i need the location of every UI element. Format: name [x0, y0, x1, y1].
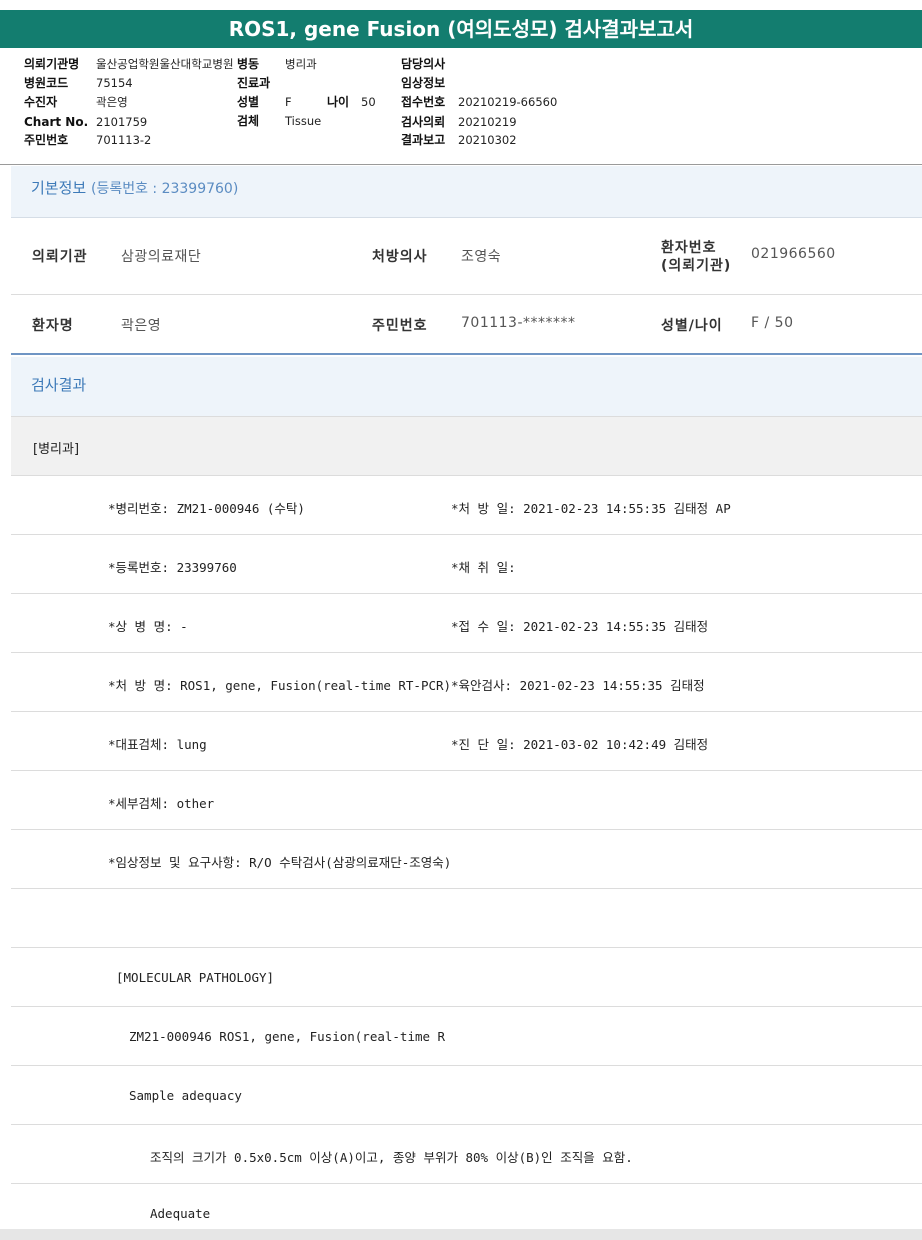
- result-row: *상 병 명: - *접 수 일: 2021-02-23 14:55:35 김태정: [11, 594, 922, 653]
- sex-age-value: F / 50: [751, 315, 794, 331]
- summary-chart-label: Chart No.: [24, 115, 89, 129]
- summary-patient-value: 곽은영: [96, 95, 128, 109]
- basic-info-header: 기본정보 (등록번호 : 23399760): [11, 166, 922, 218]
- summary-sex-value: F: [285, 95, 292, 109]
- patient-name-label: 환자명: [32, 318, 74, 334]
- result-field-left: *임상정보 및 요구사항: R/O 수탁검사(삼광의료재단-조영숙): [108, 855, 452, 870]
- summary-dept-label: 진료과: [237, 76, 271, 90]
- summary-inst-label: 의뢰기관명: [24, 57, 80, 71]
- report-line-text: ZM21-000946 ROS1, gene, Fusion(real-time…: [129, 1029, 446, 1044]
- summary-rrn-label: 주민번호: [24, 133, 69, 147]
- result-field-right: *채 취 일:: [451, 560, 516, 575]
- report-summary: 의뢰기관명 울산공업학원울산대학교병원 병동 병리과 담당의사 병원코드 751…: [0, 50, 922, 165]
- summary-request-label: 검사의뢰: [401, 115, 446, 129]
- rrn-label: 주민번호: [372, 318, 428, 334]
- bottom-strip: [0, 1229, 922, 1240]
- summary-clinical-label: 임상정보: [401, 76, 446, 90]
- result-field-left: *처 방 명: ROS1, gene, Fusion(real-time RT-…: [108, 678, 452, 693]
- summary-request-value: 20210219: [458, 115, 517, 129]
- patient-no-label: 환자번호: [661, 240, 717, 256]
- summary-doctor-label: 담당의사: [401, 57, 446, 71]
- summary-report-value: 20210302: [458, 133, 517, 147]
- basic-info-row-1: 의뢰기관 삼광의료재단 처방의사 조영숙 환자번호 (의뢰기관) 0219665…: [11, 218, 922, 295]
- inst-value: 삼광의료재단: [121, 249, 202, 265]
- result-field-left: *세부검체: other: [108, 796, 215, 811]
- report-line: Sample adequacy: [11, 1066, 922, 1125]
- basic-info-heading: 기본정보: [31, 179, 87, 197]
- inst-label: 의뢰기관: [32, 249, 88, 265]
- report-line: [MOLECULAR PATHOLOGY]: [11, 948, 922, 1007]
- summary-sex-label: 성별: [237, 95, 260, 109]
- report-line-text: [MOLECULAR PATHOLOGY]: [116, 970, 275, 985]
- result-row: *세부검체: other: [11, 771, 922, 830]
- result-row: *대표검체: lung *진 단 일: 2021-03-02 10:42:49 김…: [11, 712, 922, 771]
- summary-chart-value: 2101759: [96, 115, 148, 129]
- report-line-text: Adequate: [150, 1206, 211, 1221]
- report-line: ZM21-000946 ROS1, gene, Fusion(real-time…: [11, 1007, 922, 1066]
- report-line-text: 조직의 크기가 0.5x0.5cm 이상(A)이고, 종양 부위가 80% 이상…: [150, 1150, 633, 1165]
- summary-rrn-value: 701113-2: [96, 133, 152, 147]
- report-line: Adequate: [11, 1184, 922, 1229]
- patient-no-value: 021966560: [751, 246, 836, 262]
- results-heading: 검사결과: [31, 376, 87, 394]
- report-line: 조직의 크기가 0.5x0.5cm 이상(A)이고, 종양 부위가 80% 이상…: [11, 1125, 922, 1184]
- patient-name-value: 곽은영: [121, 318, 162, 334]
- report-title: ROS1, gene Fusion (여의도성모) 검사결과보고서: [0, 10, 922, 48]
- result-field-right: *처 방 일: 2021-02-23 14:55:35 김태정 AP: [451, 501, 731, 516]
- summary-age-value: 50: [361, 95, 376, 109]
- results-header: 검사결과: [11, 357, 922, 416]
- prescriber-value: 조영숙: [461, 249, 502, 265]
- prescriber-label: 처방의사: [372, 249, 428, 265]
- result-field-right: *진 단 일: 2021-03-02 10:42:49 김태정: [451, 737, 709, 752]
- patient-no-sublabel: (의뢰기관): [661, 258, 732, 274]
- result-field-left: *대표검체: lung: [108, 737, 207, 752]
- summary-inst-value: 울산공업학원울산대학교병원: [96, 57, 234, 71]
- result-field-right: *육안검사: 2021-02-23 14:55:35 김태정: [451, 678, 705, 693]
- rrn-value: 701113-*******: [461, 315, 576, 331]
- summary-age-label: 나이: [327, 95, 350, 109]
- basic-info-reg-number: (등록번호 : 23399760): [90, 181, 239, 197]
- result-field-right: *접 수 일: 2021-02-23 14:55:35 김태정: [451, 619, 709, 634]
- dept-label: [병리과]: [33, 442, 80, 457]
- summary-specimen-value: Tissue: [285, 114, 322, 128]
- dept-row: [병리과]: [11, 416, 922, 476]
- result-field-left: *병리번호: ZM21-000946 (수탁): [108, 501, 305, 516]
- summary-specimen-label: 검체: [237, 114, 260, 128]
- report-line: [11, 889, 922, 948]
- summary-receipt-value: 20210219-66560: [458, 95, 558, 109]
- summary-ward-value: 병리과: [285, 57, 317, 71]
- result-field-left: *등록번호: 23399760: [108, 560, 237, 575]
- result-row: *임상정보 및 요구사항: R/O 수탁검사(삼광의료재단-조영숙): [11, 830, 922, 889]
- report-line-text: Sample adequacy: [129, 1088, 242, 1103]
- summary-ward-label: 병동: [237, 57, 260, 71]
- summary-receipt-label: 접수번호: [401, 95, 446, 109]
- summary-hosp-code-value: 75154: [96, 76, 133, 90]
- result-row: *병리번호: ZM21-000946 (수탁) *처 방 일: 2021-02-2…: [11, 476, 922, 535]
- basic-info-row-2: 환자명 곽은영 주민번호 701113-******* 성별/나이 F / 50: [11, 295, 922, 355]
- sex-age-label: 성별/나이: [661, 318, 723, 334]
- summary-report-label: 결과보고: [401, 133, 446, 147]
- result-field-left: *상 병 명: -: [108, 619, 188, 634]
- result-row: *처 방 명: ROS1, gene, Fusion(real-time RT-…: [11, 653, 922, 712]
- result-row: *등록번호: 23399760 *채 취 일:: [11, 535, 922, 594]
- summary-patient-label: 수진자: [24, 95, 58, 109]
- summary-hosp-code-label: 병원코드: [24, 76, 69, 90]
